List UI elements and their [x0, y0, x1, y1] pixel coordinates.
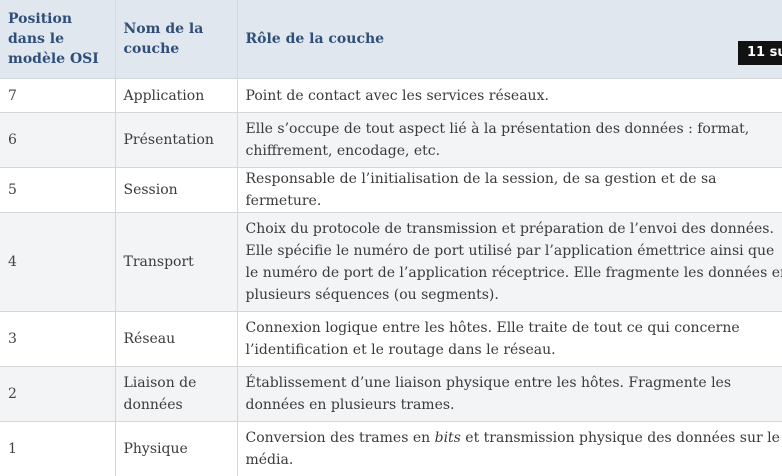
cell-position: 3 [0, 311, 116, 367]
cell-layer-name: Présentation [115, 112, 238, 168]
cell-layer-role: Elle s’occupe de tout aspect lié à la pr… [237, 112, 782, 168]
osi-layers-table: Position dans le modèle OSI Nom de la co… [0, 0, 782, 476]
cell-position: 1 [0, 421, 116, 476]
table-row: 3 Réseau Connexion logique entre les hôt… [0, 311, 782, 367]
cell-layer-role: Choix du protocole de transmission et pr… [237, 212, 782, 312]
header-layer-name: Nom de la couche [115, 0, 238, 79]
cell-layer-name: Transport [115, 212, 238, 312]
slide-counter-badge: 11 su [738, 41, 782, 65]
cell-position: 2 [0, 366, 116, 422]
cell-layer-name: Session [115, 167, 238, 213]
header-layer-role: Rôle de la couche [237, 0, 782, 79]
table-row: 4 Transport Choix du protocole de transm… [0, 212, 782, 312]
role-text-emphasis: bits [434, 430, 461, 446]
cell-layer-name: Réseau [115, 311, 238, 367]
cell-layer-role: Connexion logique entre les hôtes. Elle … [237, 311, 782, 367]
cell-position: 6 [0, 112, 116, 168]
cell-layer-role: Établissement d’une liaison physique ent… [237, 366, 782, 422]
table-row: 6 Présentation Elle s’occupe de tout asp… [0, 112, 782, 168]
cell-position: 5 [0, 167, 116, 213]
cell-position: 7 [0, 78, 116, 113]
table-header: Position dans le modèle OSI Nom de la co… [0, 0, 782, 79]
cell-layer-role: Conversion des trames en bits et transmi… [237, 421, 782, 476]
role-text-before: Conversion des trames en [245, 430, 435, 446]
cell-layer-role: Responsable de l’initialisation de la se… [237, 167, 782, 213]
table-row: 1 Physique Conversion des trames en bits… [0, 421, 782, 476]
header-row: Position dans le modèle OSI Nom de la co… [0, 0, 782, 79]
cell-layer-role: Point de contact avec les services résea… [237, 78, 782, 113]
table-row: 5 Session Responsable de l’initialisatio… [0, 167, 782, 213]
table-row: 2 Liaison de données Établissement d’une… [0, 366, 782, 422]
table-row: 7 Application Point de contact avec les … [0, 78, 782, 113]
cell-layer-name: Physique [115, 421, 238, 476]
cell-layer-name: Liaison de données [115, 366, 238, 422]
cell-position: 4 [0, 212, 116, 312]
cell-layer-name: Application [115, 78, 238, 113]
table-body: 7 Application Point de contact avec les … [0, 78, 782, 476]
header-position: Position dans le modèle OSI [0, 0, 116, 79]
